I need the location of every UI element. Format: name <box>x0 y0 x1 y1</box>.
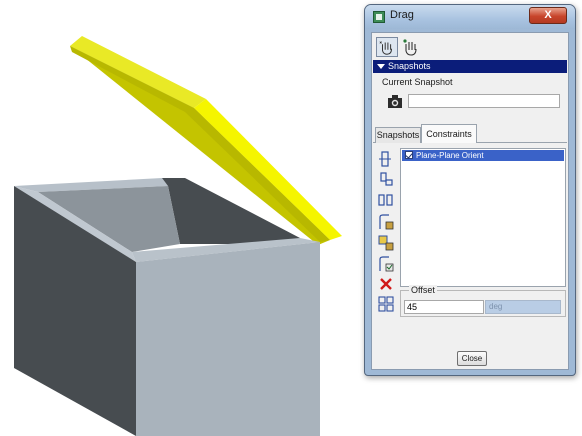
dialog-client-area: Snapshots Current Snapshot Snapshots Con… <box>371 32 569 370</box>
motion-axis-icon[interactable] <box>377 213 395 231</box>
current-snapshot-label: Current Snapshot <box>382 77 453 87</box>
drag-hand-free-icon[interactable] <box>376 37 398 57</box>
constraint-checkbox[interactable] <box>405 151 413 159</box>
snapshots-header-label: Snapshots <box>388 61 431 71</box>
dialog-icon <box>373 11 385 23</box>
constraint-label: Plane-Plane Orient <box>416 151 484 160</box>
box-front-face <box>136 242 320 436</box>
tab-constraints[interactable]: Constraints <box>421 124 477 143</box>
dialog-titlebar[interactable]: Drag X <box>365 5 575 29</box>
list-item[interactable]: Plane-Plane Orient <box>402 150 564 161</box>
body-unlock-icon[interactable] <box>377 255 395 273</box>
snapshots-section-header[interactable]: Snapshots <box>373 60 567 73</box>
camera-icon[interactable] <box>386 93 404 109</box>
mate-icon[interactable] <box>377 171 395 189</box>
tab-snapshots[interactable]: Snapshots <box>375 127 421 143</box>
drag-hand-point-icon[interactable] <box>400 37 422 57</box>
window-close-button[interactable]: X <box>529 7 567 24</box>
assemble-icon[interactable] <box>377 295 395 313</box>
collapse-triangle-icon <box>377 64 385 69</box>
align-icon[interactable] <box>377 150 395 168</box>
close-button[interactable]: Close <box>457 351 487 366</box>
model-viewport[interactable] <box>0 0 360 436</box>
offset-value-input[interactable]: 45 <box>404 300 484 314</box>
drag-dialog: Drag X Snapshots Current Snapshot Snapsh… <box>364 4 576 376</box>
body-lock-icon[interactable] <box>377 234 395 252</box>
offset-label: Offset <box>409 285 437 295</box>
parallel-icon[interactable] <box>377 191 395 209</box>
offset-group: Offset 45 deg <box>400 285 566 317</box>
delete-constraint-icon[interactable] <box>377 275 395 293</box>
dialog-title: Drag <box>390 9 414 21</box>
offset-unit-field: deg <box>485 300 561 314</box>
snapshot-name-input[interactable] <box>408 94 560 108</box>
constraints-list[interactable]: Plane-Plane Orient <box>400 148 566 287</box>
